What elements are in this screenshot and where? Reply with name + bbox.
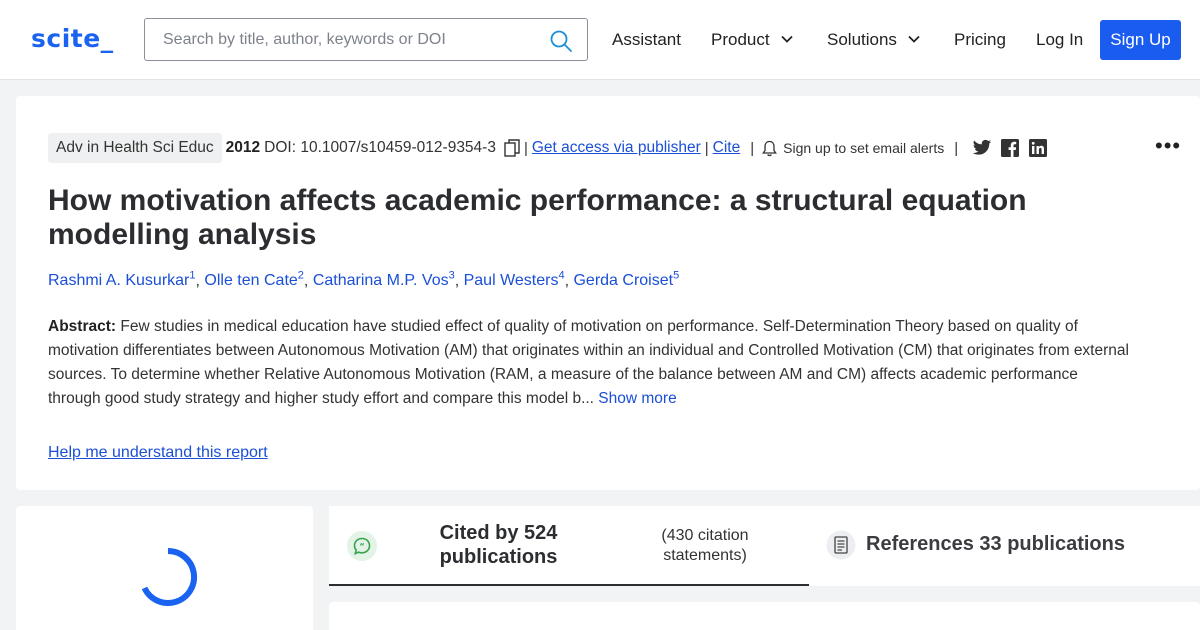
- separator: ,: [454, 272, 464, 290]
- speech-bubble-icon: “: [347, 531, 377, 561]
- chevron-down-icon: [908, 35, 920, 43]
- author-affiliation: 5: [673, 270, 680, 282]
- login-link[interactable]: Log In: [1036, 30, 1083, 50]
- citations-list-card: [329, 602, 1200, 630]
- search-icon[interactable]: [549, 29, 573, 53]
- email-alerts-link[interactable]: Sign up to set email alerts: [783, 140, 944, 156]
- paper-title: How motivation affects academic performa…: [48, 184, 1027, 251]
- scite-logo[interactable]: scite_: [31, 24, 114, 53]
- abstract: Abstract: Few studies in medical educati…: [48, 315, 1133, 411]
- citation-statements-count: (430 citation statements): [661, 527, 749, 564]
- loading-spinner-icon: [141, 547, 198, 606]
- paper-meta-row: Adv in Health Sci Educ 2012 DOI: 10.1007…: [48, 133, 1048, 163]
- bell-icon[interactable]: [762, 140, 778, 157]
- separator: |: [750, 139, 755, 157]
- abstract-label: Abstract:: [48, 318, 117, 335]
- chevron-down-icon: [780, 35, 793, 43]
- separator: |: [954, 139, 959, 157]
- author-link[interactable]: Olle ten Cate2: [204, 270, 304, 290]
- get-access-link[interactable]: Get access via publisher: [532, 139, 701, 157]
- cited-by-count[interactable]: Cited by 524 publications: [426, 521, 571, 569]
- show-more-link[interactable]: Show more: [594, 390, 676, 407]
- twitter-icon[interactable]: [972, 139, 992, 157]
- nav-pricing[interactable]: Pricing: [954, 30, 1006, 50]
- svg-text:“: “: [359, 542, 364, 551]
- tab-references[interactable]: References 33 publications: [866, 533, 1125, 556]
- nav-product-label: Product: [711, 30, 770, 49]
- author-link[interactable]: Rashmi A. Kusurkar1: [48, 270, 196, 290]
- document-icon: [826, 530, 856, 560]
- signup-button[interactable]: Sign Up: [1100, 20, 1181, 60]
- author-link[interactable]: Paul Westers4: [463, 270, 565, 290]
- author-list: Rashmi A. Kusurkar1, Olle ten Cate2, Cat…: [48, 270, 679, 290]
- journal-badge[interactable]: Adv in Health Sci Educ: [48, 133, 222, 163]
- search-box[interactable]: [144, 18, 588, 61]
- separator: |: [704, 139, 709, 157]
- cite-link[interactable]: Cite: [713, 139, 741, 157]
- author-name: Olle ten Cate: [204, 272, 298, 290]
- linkedin-icon[interactable]: [1028, 139, 1048, 157]
- author-link[interactable]: Catharina M.P. Vos3: [312, 270, 455, 290]
- separator: |: [523, 139, 528, 157]
- nav-product[interactable]: Product: [711, 30, 794, 50]
- publication-year: 2012: [225, 139, 261, 156]
- nav-solutions-label: Solutions: [827, 30, 897, 49]
- author-name: Rashmi A. Kusurkar: [48, 272, 190, 290]
- more-options-icon[interactable]: •••: [1155, 133, 1181, 159]
- author-name: Paul Westers: [463, 272, 559, 290]
- author-link[interactable]: Gerda Croiset5: [573, 270, 680, 290]
- help-understand-link[interactable]: Help me understand this report: [48, 444, 268, 462]
- facebook-icon[interactable]: [1000, 139, 1020, 157]
- nav-assistant[interactable]: Assistant: [612, 30, 681, 50]
- top-header: scite_ Assistant Product Solutions Prici…: [0, 0, 1200, 80]
- nav-solutions[interactable]: Solutions: [827, 30, 921, 50]
- copy-icon[interactable]: [504, 139, 520, 157]
- search-input[interactable]: [146, 20, 536, 59]
- author-name: Gerda Croiset: [573, 272, 674, 290]
- abstract-text: Few studies in medical education have st…: [48, 318, 1129, 407]
- doi-text: DOI: 10.1007/s10459-012-9354-3: [264, 139, 496, 156]
- separator: ,: [303, 272, 313, 290]
- author-name: Catharina M.P. Vos: [312, 272, 449, 290]
